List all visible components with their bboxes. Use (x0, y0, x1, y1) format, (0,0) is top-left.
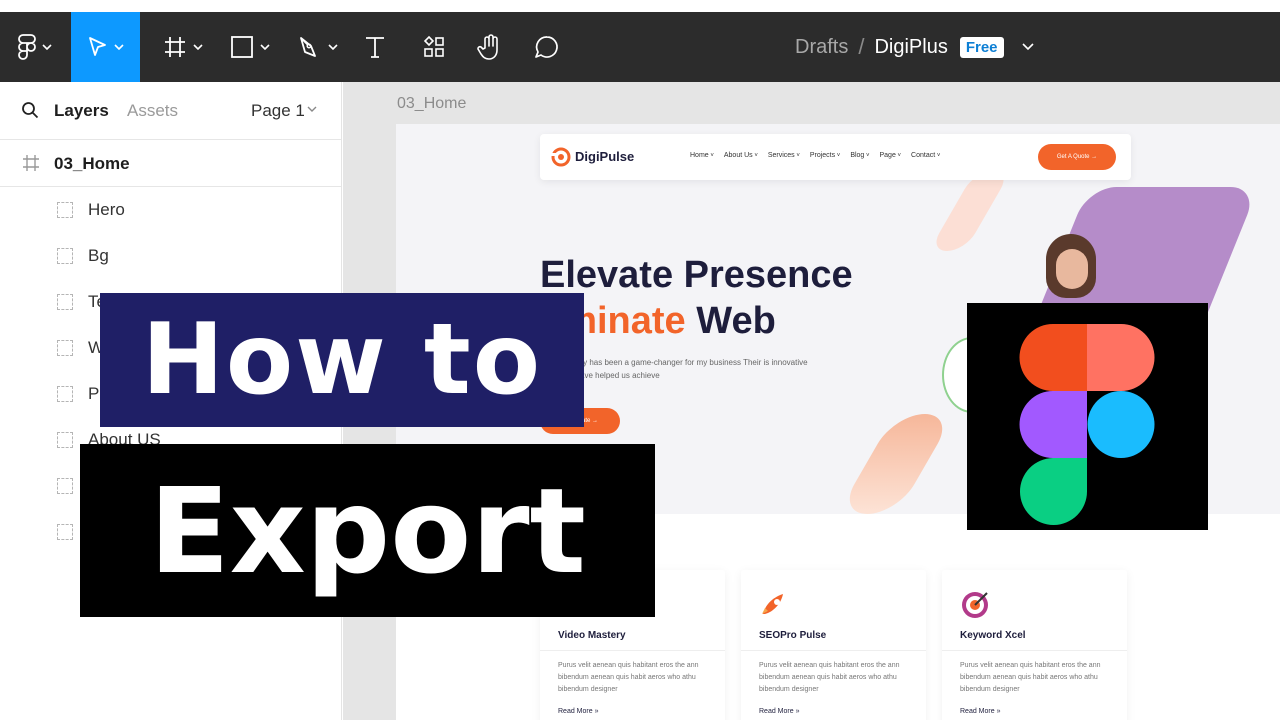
hero-heading-rest: Web (685, 300, 776, 342)
frame-label[interactable]: 03_Home (397, 95, 466, 113)
frame-hash-icon (165, 37, 185, 57)
hero-heading-line1: Elevate Presence (540, 254, 853, 296)
overlay-text-line2: Export (149, 461, 586, 600)
figma-menu-icon (18, 34, 36, 60)
comment-tool-button[interactable] (525, 12, 569, 82)
panel-header: Layers Assets Page 1 (0, 82, 341, 140)
nav-link-services: Services (768, 152, 800, 159)
page-selector[interactable]: Page 1 (251, 101, 305, 121)
layer-row[interactable]: Hero (0, 187, 342, 233)
digipulse-logo-icon (551, 147, 571, 167)
nav-link-about: About Us (724, 152, 758, 159)
overlay-text-line1: How to (141, 303, 543, 417)
group-dashed-icon (57, 294, 73, 310)
tab-assets[interactable]: Assets (127, 101, 178, 121)
resources-tool-button[interactable] (412, 12, 456, 82)
comment-bubble-icon (535, 36, 558, 58)
card-divider (741, 650, 926, 651)
frame-tool-button[interactable] (155, 12, 211, 82)
decorative-shape (837, 414, 955, 514)
card-divider (942, 650, 1127, 651)
search-icon[interactable] (21, 101, 39, 119)
file-breadcrumb: Drafts / DigiPlus Free (795, 12, 1034, 82)
card-title: SEOPro Pulse (759, 630, 827, 641)
chevron-down-icon (113, 44, 124, 50)
pen-tool-button[interactable] (290, 12, 346, 82)
drafts-link[interactable]: Drafts (795, 36, 848, 59)
nav-link-page: Page (880, 152, 902, 159)
card-description: Purus velit aenean quis habitant eros th… (759, 662, 900, 693)
hero-person-face (1056, 249, 1088, 289)
figma-screen: Drafts / DigiPlus Free Layers Assets Pag… (0, 0, 1280, 720)
site-logo-text: DigiPulse (575, 149, 635, 164)
card-description: Purus velit aenean quis habitant eros th… (558, 662, 699, 693)
main-menu-button[interactable] (0, 12, 70, 82)
frame-hash-icon (23, 155, 39, 171)
layer-row[interactable]: Bg (0, 233, 342, 279)
move-cursor-icon (88, 37, 106, 56)
toolbar (0, 12, 1280, 82)
chevron-down-icon (42, 44, 52, 50)
chevron-down-icon[interactable] (307, 106, 317, 112)
service-card: SEOPro Pulse Purus velit aenean quis hab… (741, 570, 926, 720)
file-name[interactable]: DigiPlus (874, 36, 947, 59)
group-dashed-icon (57, 386, 73, 402)
group-dashed-icon (57, 248, 73, 264)
chevron-down-icon[interactable] (1021, 43, 1034, 51)
group-dashed-icon (57, 432, 73, 448)
layer-name: Hero (88, 200, 125, 219)
read-more-link: Read More » (759, 708, 800, 715)
decorative-shape (928, 171, 1012, 251)
read-more-link: Read More » (960, 708, 1001, 715)
tab-layers[interactable]: Layers (54, 101, 109, 121)
nav-link-home: Home (690, 152, 714, 159)
chevron-down-icon (260, 44, 270, 50)
hand-tool-button[interactable] (468, 12, 512, 82)
text-tool-button[interactable] (355, 12, 395, 82)
frame-layer-name: 03_Home (54, 154, 130, 173)
shape-tool-button[interactable] (222, 12, 278, 82)
move-tool-button[interactable] (71, 12, 140, 82)
layer-name: Bg (88, 246, 109, 265)
card-title: Video Mastery (558, 630, 626, 641)
chevron-down-icon (193, 44, 203, 50)
get-quote-button: Get A Quote → (1038, 144, 1116, 170)
group-dashed-icon (57, 202, 73, 218)
resources-icon (423, 35, 444, 57)
rocket-icon (762, 594, 783, 614)
nav-link-contact: Contact (911, 152, 940, 159)
site-nav-links: Home About Us Services Projects Blog Pag… (690, 152, 940, 159)
breadcrumb-separator: / (858, 34, 865, 59)
layer-frame-row[interactable]: 03_Home (0, 140, 341, 187)
group-dashed-icon (57, 478, 73, 494)
title-overlay-how-to: How to (100, 293, 584, 427)
text-t-icon (366, 37, 384, 58)
rectangle-icon (231, 36, 253, 58)
figma-logo-panel (967, 303, 1208, 530)
group-dashed-icon (57, 340, 73, 356)
pen-icon (300, 37, 316, 57)
chevron-down-icon (328, 44, 338, 50)
site-navbar: DigiPulse Home About Us Services Project… (540, 134, 1131, 180)
top-strip (0, 0, 1280, 12)
group-dashed-icon (57, 524, 73, 540)
hand-icon (477, 34, 498, 60)
plan-badge: Free (959, 36, 1004, 58)
nav-link-projects: Projects (810, 152, 840, 159)
card-title: Keyword Xcel (960, 630, 1026, 641)
card-divider (540, 650, 725, 651)
read-more-link: Read More » (558, 708, 599, 715)
card-description: Purus velit aenean quis habitant eros th… (960, 662, 1101, 693)
target-icon (962, 592, 988, 618)
nav-link-blog: Blog (850, 152, 869, 159)
figma-logo-icon (1019, 324, 1155, 525)
title-overlay-export: Export (80, 444, 655, 617)
service-card: Keyword Xcel Purus velit aenean quis hab… (942, 570, 1127, 720)
